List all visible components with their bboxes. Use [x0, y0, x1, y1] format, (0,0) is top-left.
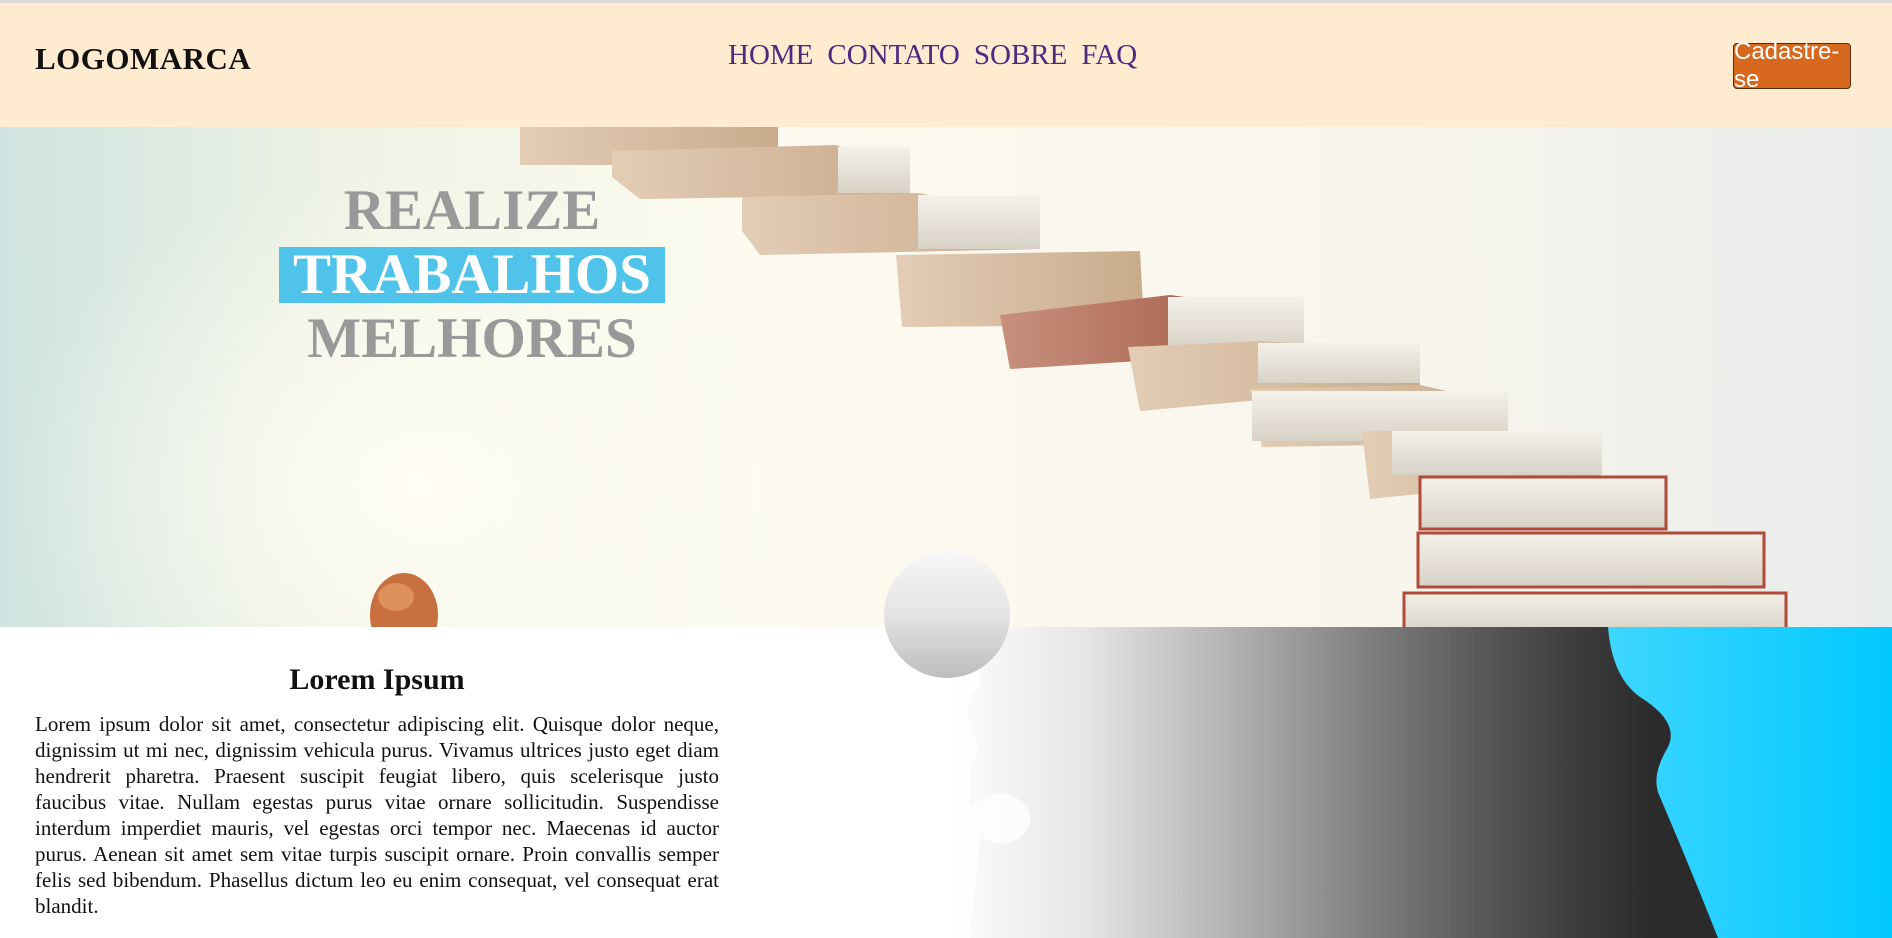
nav-sobre-link[interactable]: SOBRE — [974, 39, 1067, 72]
nav-contato-link[interactable]: CONTATO — [827, 39, 959, 72]
nav-home-link[interactable]: HOME — [728, 39, 813, 72]
section-title: Lorem Ipsum — [289, 663, 465, 696]
decorative-circle — [884, 552, 1010, 678]
site-header: LOGOMARCA HOME CONTATO SOBRE FAQ Cadastr… — [0, 0, 1892, 127]
signup-button[interactable]: Cadastre-se — [1733, 38, 1851, 93]
content-section: Lorem Ipsum Lorem ipsum dolor sit amet, … — [35, 663, 719, 919]
section-body: Lorem ipsum dolor sit amet, consectetur … — [35, 712, 719, 918]
main-nav: HOME CONTATO SOBRE FAQ — [728, 39, 1137, 72]
hero-headline: REALIZE TRABALHOS MELHORES — [272, 179, 672, 371]
logo[interactable]: LOGOMARCA — [35, 41, 251, 77]
nav-faq-link[interactable]: FAQ — [1081, 39, 1137, 72]
headline-line-1: REALIZE — [343, 179, 601, 242]
headline-highlight: TRABALHOS — [279, 246, 665, 303]
headline-line-3: MELHORES — [307, 307, 637, 370]
puzzle-shapes — [940, 627, 1892, 938]
puzzle-gradient-image — [940, 627, 1892, 938]
